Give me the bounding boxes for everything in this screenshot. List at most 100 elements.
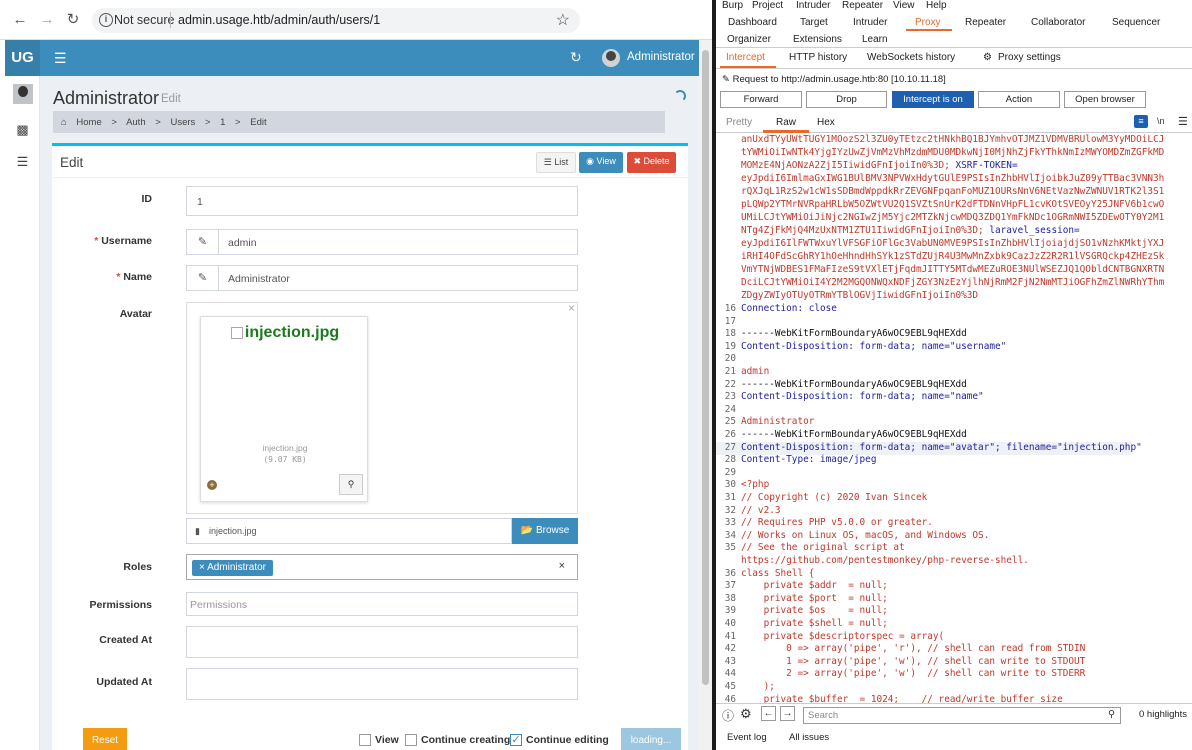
url-text[interactable]: admin.usage.htb/admin/auth/users/1 [178, 13, 380, 27]
continue-editing-checkbox[interactable]: ✓ [510, 734, 522, 746]
line-text: private $addr = null; [741, 580, 888, 592]
code-line: anUxdTYyUWtTUGY1MOozS2l3ZU0yTEtzc2tHNkhB… [741, 134, 1165, 145]
zoom-button[interactable]: ⚲ [339, 474, 363, 495]
tab-http-history[interactable]: HTTP history [789, 52, 847, 63]
file-input[interactable]: ▮ injection.jpg [186, 518, 512, 544]
breadcrumb: ⌂ Home > Auth > Users > 1 > Edit [53, 111, 665, 133]
updated-at-field[interactable] [186, 668, 578, 700]
tab-all-issues[interactable]: All issues [789, 732, 829, 743]
tab-proxy-settings[interactable]: Proxy settings [998, 52, 1061, 63]
user-name[interactable]: Administrator [627, 51, 695, 63]
scrollbar[interactable] [699, 40, 712, 750]
list-button[interactable]: ☰ List [536, 152, 576, 173]
clear-icon[interactable]: × [559, 560, 565, 572]
forward-button[interactable]: Forward [720, 91, 802, 108]
name-field[interactable]: ✎ Administrator [186, 265, 578, 291]
tab-pretty[interactable]: Pretty [726, 117, 752, 128]
tab-intruder[interactable]: Intruder [853, 17, 887, 28]
drop-button[interactable]: Drop [806, 91, 887, 108]
bookmark-star-icon[interactable]: ☆ [556, 10, 570, 30]
line-number: 45 [724, 681, 736, 692]
created-at-label: Created At [99, 634, 152, 646]
view-button[interactable]: ◉ View [579, 152, 623, 173]
search-icon: ⚲ [347, 479, 355, 489]
roles-select[interactable]: × Administrator × [186, 554, 578, 580]
active-tab-underline [906, 29, 952, 31]
gear-icon[interactable]: ⚙ [983, 52, 992, 63]
menu-icon[interactable]: ☰ [1178, 115, 1188, 128]
request-editor[interactable]: anUxdTYyUWtTUGY1MOozS2l3ZU0yTEtzc2tHNkhB… [716, 133, 1192, 703]
close-icon[interactable]: × [568, 301, 575, 315]
forward-icon[interactable]: → [780, 706, 795, 721]
gear-icon[interactable]: ⚙ [740, 706, 752, 722]
menu-burp[interactable]: Burp [722, 0, 743, 11]
roles-label: Roles [123, 561, 152, 573]
breadcrumb-id[interactable]: 1 [220, 117, 225, 128]
reload-icon[interactable]: ↻ [64, 11, 82, 29]
back-icon[interactable]: ← [761, 706, 776, 721]
line-number: 28 [724, 454, 736, 466]
continue-creating-checkbox[interactable] [405, 734, 417, 746]
view-checkbox[interactable] [359, 734, 371, 746]
avatar[interactable] [602, 49, 620, 67]
menu-project[interactable]: Project [752, 0, 783, 11]
tab-collaborator[interactable]: Collaborator [1031, 17, 1085, 28]
help-icon[interactable]: ⓘ [722, 707, 734, 724]
tab-dashboard[interactable]: Dashboard [728, 17, 777, 28]
breadcrumb-users[interactable]: Users [170, 117, 195, 128]
name-label: * Name [52, 271, 152, 283]
tab-event-log[interactable]: Event log [727, 732, 767, 743]
back-icon[interactable]: ← [11, 11, 29, 29]
browse-button[interactable]: 📂 Browse [512, 518, 578, 544]
search-input[interactable]: Search ⚲ [803, 707, 1121, 724]
menu-toggle-icon[interactable]: ☰ [54, 50, 67, 67]
menu-help[interactable]: Help [926, 0, 947, 11]
tab-target[interactable]: Target [800, 17, 828, 28]
search-placeholder: Search [808, 710, 839, 721]
tab-learn[interactable]: Learn [862, 34, 888, 45]
chart-icon[interactable]: ▩ [5, 122, 40, 138]
code-line: DciLCJtYWMiOiI4Y2M2MGQONWQxNDFjZGY3NzEzY… [741, 277, 1165, 288]
tab-proxy[interactable]: Proxy [915, 17, 941, 28]
refresh-icon[interactable]: ↻ [570, 49, 582, 66]
delete-button[interactable]: ✖ Delete [627, 152, 676, 173]
menu-intruder[interactable]: Intruder [796, 0, 830, 11]
folder-icon: 📂 [520, 525, 536, 536]
menu-repeater[interactable]: Repeater [842, 0, 883, 11]
info-icon[interactable]: i [99, 13, 113, 27]
id-field[interactable]: 1 [186, 186, 578, 216]
intercept-toggle-button[interactable]: Intercept is on [892, 91, 974, 108]
remove-tag-icon[interactable]: × [199, 562, 207, 573]
tab-extensions[interactable]: Extensions [793, 34, 842, 45]
logo[interactable]: UG [5, 40, 40, 76]
code-line: 36 class Shell { [716, 568, 815, 581]
address-bar[interactable]: i Not secure admin.usage.htb/admin/auth/… [92, 8, 580, 33]
created-at-field[interactable] [186, 626, 578, 658]
newline-icon[interactable]: \n [1157, 116, 1165, 126]
action-button[interactable]: Action [978, 91, 1060, 108]
tab-sequencer[interactable]: Sequencer [1112, 17, 1160, 28]
plus-icon[interactable]: + [207, 480, 217, 490]
breadcrumb-home[interactable]: Home [76, 117, 101, 128]
tab-intercept[interactable]: Intercept [726, 52, 765, 63]
tab-hex[interactable]: Hex [817, 117, 835, 128]
permissions-field[interactable]: Permissions [186, 592, 578, 616]
username-field[interactable]: ✎ admin [186, 229, 578, 255]
reset-button[interactable]: Reset [83, 728, 127, 750]
forward-icon[interactable]: → [38, 11, 56, 29]
tab-repeater[interactable]: Repeater [965, 17, 1006, 28]
list-icon[interactable]: ☰ [5, 154, 40, 170]
submit-button[interactable]: loading... [621, 728, 681, 750]
breadcrumb-edit: Edit [250, 117, 267, 128]
wrap-lines-icon[interactable]: ≡ [1134, 115, 1148, 128]
tab-raw[interactable]: Raw [776, 117, 796, 128]
open-browser-button[interactable]: Open browser [1064, 91, 1146, 108]
browse-label: Browse [535, 525, 570, 536]
menu-view[interactable]: View [893, 0, 915, 11]
line-number: 38 [724, 592, 736, 604]
role-tag[interactable]: × Administrator [192, 560, 273, 576]
tab-organizer[interactable]: Organizer [727, 34, 771, 45]
breadcrumb-auth[interactable]: Auth [126, 117, 146, 128]
tab-websockets-history[interactable]: WebSockets history [867, 52, 955, 63]
scrollbar-thumb[interactable] [702, 50, 709, 685]
